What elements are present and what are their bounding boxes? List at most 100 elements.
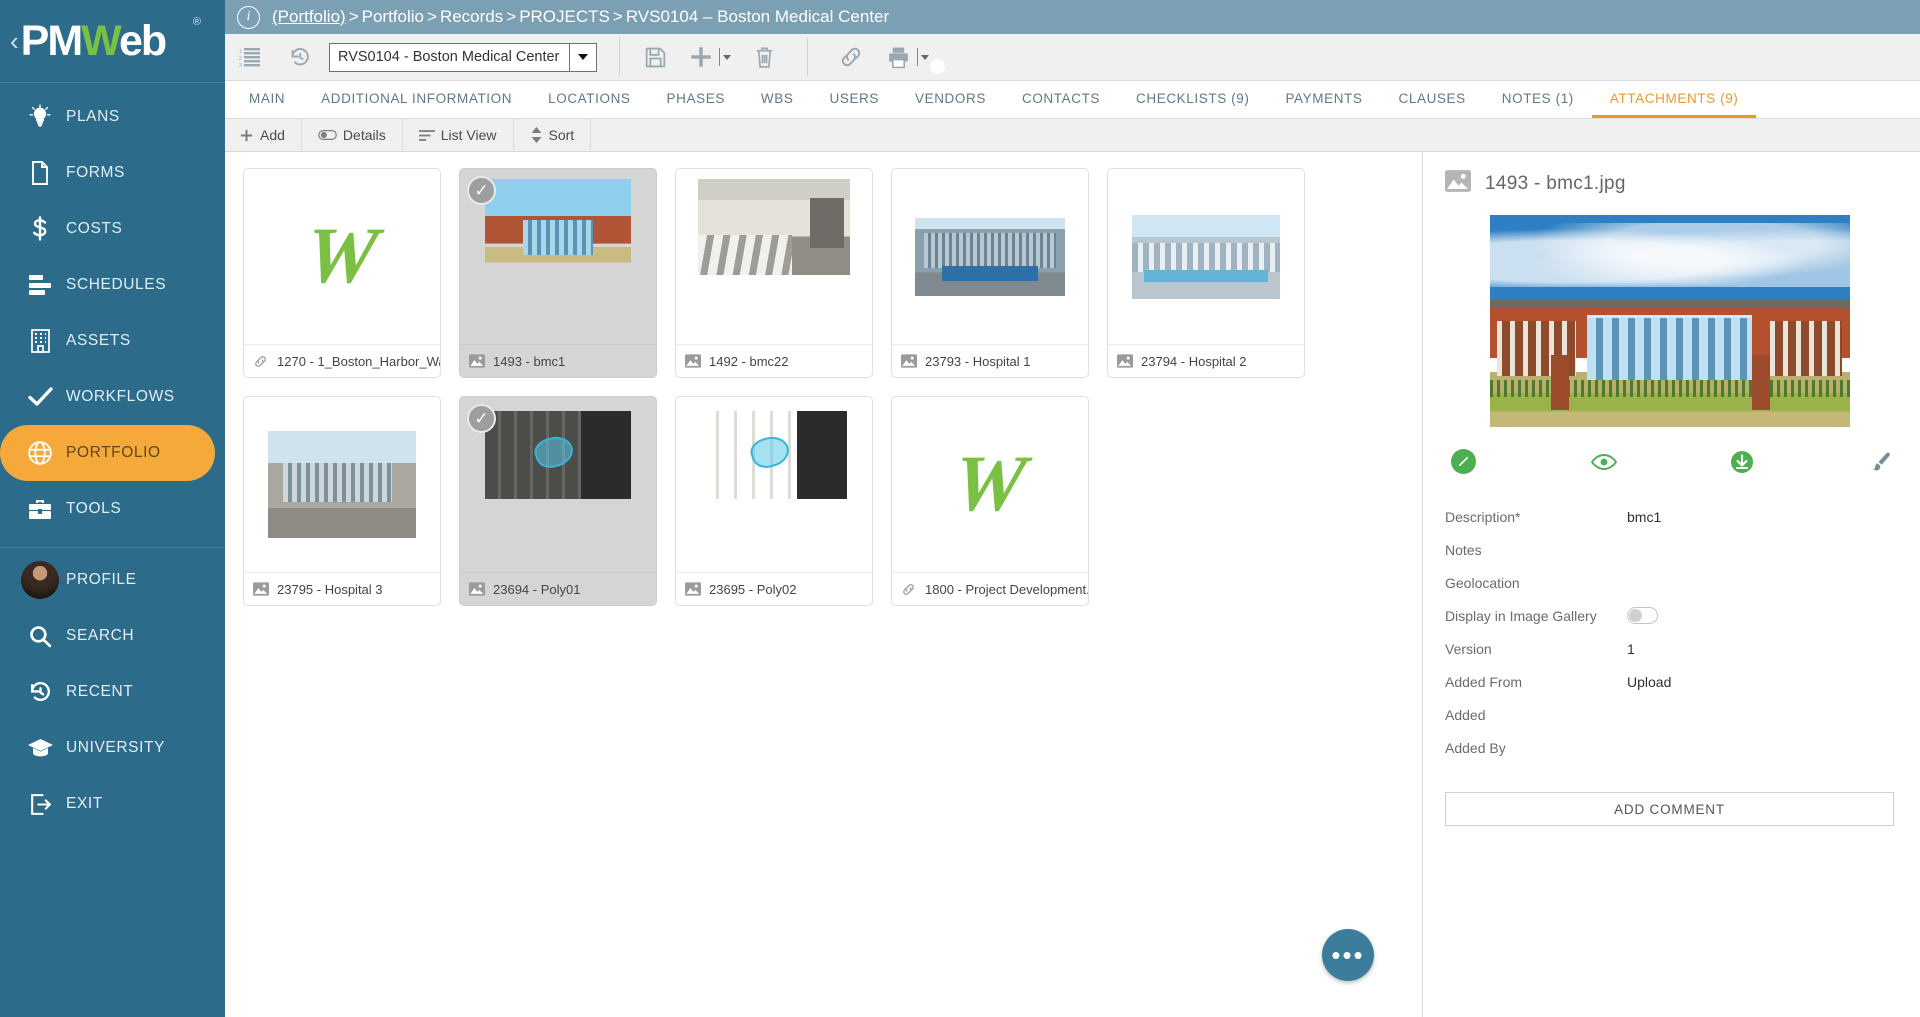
tab-notes[interactable]: NOTES (1) [1484, 81, 1592, 118]
attachment-caption: 23795 - Hospital 3 [277, 582, 383, 597]
print-button[interactable] [876, 34, 920, 81]
image-icon [685, 354, 702, 368]
breadcrumb-item-records[interactable]: Records [440, 7, 503, 26]
chevron-down-icon[interactable] [569, 44, 596, 71]
attachment-card[interactable]: 23794 - Hospital 2 [1107, 168, 1305, 378]
delete-button[interactable] [739, 34, 789, 81]
project-select[interactable]: RVS0104 - Boston Medical Center [329, 43, 597, 72]
sidebar-collapse-icon[interactable]: ‹ [10, 28, 19, 54]
sidebar-item-profile[interactable]: PROFILE [0, 552, 225, 608]
field-label: Added By [1445, 740, 1627, 756]
add-attachment-button[interactable]: Add [225, 119, 302, 151]
tab-payments[interactable]: PAYMENTS [1267, 81, 1380, 118]
sidebar-item-forms[interactable]: FORMS [0, 145, 225, 201]
sidebar-item-label: UNIVERSITY [66, 739, 165, 757]
link-icon [901, 582, 918, 597]
sidebar-item-search[interactable]: SEARCH [0, 608, 225, 664]
record-tabs: MAIN ADDITIONAL INFORMATION LOCATIONS PH… [225, 81, 1920, 119]
breadcrumb-separator: > [346, 7, 362, 26]
selected-check-icon[interactable]: ✓ [467, 404, 496, 433]
divider [917, 48, 918, 66]
sidebar-item-label: PLANS [66, 108, 120, 126]
chevron-down-icon[interactable] [723, 55, 731, 60]
app-logo[interactable]: ‹ PMWeb ® [0, 0, 225, 82]
chevron-down-icon[interactable] [921, 55, 929, 60]
link-button[interactable] [826, 34, 876, 81]
attachment-card[interactable]: 23793 - Hospital 1 [891, 168, 1089, 378]
field-value[interactable]: bmc1 [1627, 509, 1661, 525]
tab-clauses[interactable]: CLAUSES [1381, 81, 1484, 118]
sort-button[interactable]: Sort [514, 119, 592, 151]
list-view-button[interactable]: List View [403, 119, 514, 151]
sidebar-item-schedules[interactable]: SCHEDULES [0, 257, 225, 313]
attachment-card[interactable]: ✓ 23694 - Poly01 [459, 396, 657, 606]
link-icon [253, 354, 270, 369]
field-added: Added [1445, 698, 1894, 731]
attachment-card[interactable]: ✓ 1493 - bmc1 [459, 168, 657, 378]
tab-checklists[interactable]: CHECKLISTS (9) [1118, 81, 1267, 118]
details-toggle-button[interactable]: Details [302, 119, 403, 151]
sidebar-divider-mid [0, 547, 225, 548]
add-comment-button[interactable]: ADD COMMENT [1445, 792, 1894, 826]
sidebar-item-recent[interactable]: RECENT [0, 664, 225, 720]
view-icon[interactable] [1591, 453, 1617, 471]
sidebar-item-portfolio[interactable]: PORTFOLIO [0, 425, 215, 481]
field-label: Notes [1445, 542, 1627, 558]
tab-phases[interactable]: PHASES [649, 81, 743, 118]
markup-icon[interactable] [1870, 450, 1894, 474]
numbered-list-icon[interactable]: 123 [225, 34, 275, 81]
logo-text: PMWeb [21, 20, 166, 63]
tab-locations[interactable]: LOCATIONS [530, 81, 648, 118]
tab-contacts[interactable]: CONTACTS [1004, 81, 1118, 118]
logo-prefix: PM [21, 17, 82, 65]
list-view-icon [419, 129, 435, 142]
more-actions-fab[interactable]: ••• [1322, 929, 1374, 981]
save-button[interactable] [630, 34, 680, 81]
breadcrumb-item-current: RVS0104 – Boston Medical Center [626, 7, 889, 26]
add-dropdown[interactable] [718, 48, 731, 66]
attachment-card[interactable]: 23795 - Hospital 3 [243, 396, 441, 606]
edit-icon[interactable] [1451, 449, 1476, 474]
sidebar-item-tools[interactable]: TOOLS [0, 481, 225, 537]
tab-users[interactable]: USERS [811, 81, 897, 118]
sidebar-item-costs[interactable]: COSTS [0, 201, 225, 257]
action-label: Sort [549, 127, 575, 143]
display-gallery-toggle[interactable] [1627, 607, 1658, 624]
attachment-card[interactable]: 1492 - bmc22 [675, 168, 873, 378]
tab-additional-information[interactable]: ADDITIONAL INFORMATION [303, 81, 530, 118]
sidebar-item-plans[interactable]: PLANS [0, 89, 225, 145]
sidebar-item-label: COSTS [66, 220, 122, 238]
sidebar-item-label: EXIT [66, 795, 103, 813]
attachment-card[interactable]: W 1270 - 1_Boston_Harbor_Wa... [243, 168, 441, 378]
sidebar-item-workflows[interactable]: WORKFLOWS [0, 369, 225, 425]
breadcrumb-item-portfolio[interactable]: Portfolio [362, 7, 424, 26]
attachment-card[interactable]: 23695 - Poly02 [675, 396, 873, 606]
attachment-thumbnail [676, 169, 872, 344]
breadcrumb: i (Portfolio)>Portfolio>Records>PROJECTS… [225, 0, 1920, 34]
history-icon [14, 680, 66, 705]
tab-main[interactable]: MAIN [231, 81, 303, 118]
info-icon[interactable]: i [237, 6, 260, 29]
print-dropdown[interactable] [916, 48, 929, 66]
attachment-caption-row: 23695 - Poly02 [676, 572, 872, 605]
attachment-caption: 1800 - Project Development... [925, 582, 1089, 597]
tab-wbs[interactable]: WBS [743, 81, 812, 118]
attachment-card[interactable]: W 1800 - Project Development... [891, 396, 1089, 606]
breadcrumb-item-portfolio-root[interactable]: (Portfolio) [272, 7, 346, 26]
field-value: 1 [1627, 641, 1635, 657]
download-icon[interactable] [1730, 450, 1754, 474]
tab-attachments[interactable]: ATTACHMENTS (9) [1592, 81, 1757, 118]
field-geolocation: Geolocation [1445, 566, 1894, 599]
add-button[interactable] [680, 34, 722, 81]
tab-vendors[interactable]: VENDORS [897, 81, 1004, 118]
sidebar-item-assets[interactable]: ASSETS [0, 313, 225, 369]
detail-preview-image[interactable] [1490, 215, 1850, 427]
selected-check-icon[interactable]: ✓ [467, 176, 496, 205]
sidebar-item-exit[interactable]: EXIT [0, 776, 225, 832]
sidebar-item-university[interactable]: UNIVERSITY [0, 720, 225, 776]
breadcrumb-item-projects[interactable]: PROJECTS [519, 7, 610, 26]
breadcrumb-trail: (Portfolio)>Portfolio>Records>PROJECTS>R… [272, 7, 889, 27]
history-icon[interactable] [275, 34, 325, 81]
breadcrumb-separator: > [610, 7, 626, 26]
logo-mid: W [81, 17, 119, 65]
